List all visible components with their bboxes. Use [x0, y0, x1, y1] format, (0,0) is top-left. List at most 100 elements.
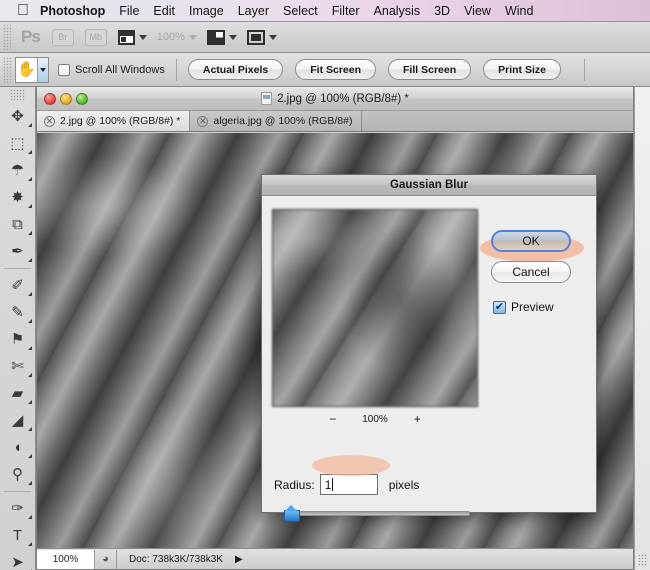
hand-tool-icon: ✋	[17, 61, 36, 78]
gaussian-blur-dialog: Gaussian Blur − 100% + OK Cancel ✔ Previ…	[261, 174, 597, 522]
options-bar-grip[interactable]	[3, 56, 11, 83]
menu-image[interactable]: Image	[182, 0, 231, 22]
history-brush-tool[interactable]: ✄	[0, 353, 35, 380]
application-bar: Ps Br Mb 100%	[0, 22, 650, 53]
zoom-level-control[interactable]: 100%	[157, 31, 197, 43]
radius-input[interactable]: 1	[319, 474, 378, 495]
eyedropper-tool[interactable]: ✒	[0, 238, 35, 265]
slider-thumb[interactable]	[284, 505, 300, 522]
text-cursor-icon	[332, 478, 334, 491]
menu-filter[interactable]: Filter	[325, 0, 367, 22]
radius-slider[interactable]	[280, 505, 474, 522]
document-tab-label: 2.jpg @ 100% (RGB/8#) *	[60, 115, 181, 127]
document-info-icon[interactable]: ◕	[95, 549, 117, 569]
document-tab-label: algeria.jpg @ 100% (RGB/8#)	[213, 115, 353, 127]
document-tab-bar: ✕ 2.jpg @ 100% (RGB/8#) * ✕ algeria.jpg …	[37, 111, 633, 132]
menu-select[interactable]: Select	[276, 0, 325, 22]
marquee-tool[interactable]: ⬚	[0, 130, 35, 157]
divider	[583, 58, 585, 81]
macos-menu-bar:  Photoshop File Edit Image Layer Select…	[0, 0, 650, 22]
radius-value: 1	[324, 477, 332, 492]
menu-edit[interactable]: Edit	[146, 0, 182, 22]
zoom-window-icon[interactable]	[76, 93, 88, 105]
document-file-icon	[261, 92, 273, 105]
window-controls	[44, 93, 88, 105]
preview-zoom-level: 100%	[362, 413, 388, 425]
zoom-in-button[interactable]: +	[414, 412, 421, 426]
menu-file[interactable]: File	[112, 0, 146, 22]
arrange-documents-icon	[206, 29, 225, 45]
launch-bridge-button[interactable]: Br	[51, 28, 74, 46]
right-panel-strip[interactable]	[634, 87, 650, 570]
menu-3d[interactable]: 3D	[427, 0, 457, 22]
document-status-bar: 100% ◕ Doc: 738k3K/738k3K ▶	[37, 548, 633, 569]
active-tool-preset-picker[interactable]: ✋	[15, 56, 49, 83]
view-extras-button[interactable]	[117, 29, 147, 45]
document-title: 2.jpg @ 100% (RGB/8#) *	[277, 92, 409, 105]
photoshop-logo-icon: Ps	[21, 27, 41, 46]
zoom-level-value: 100%	[156, 31, 185, 43]
healing-brush-tool[interactable]: ✐	[0, 272, 35, 299]
close-icon[interactable]: ✕	[197, 115, 209, 127]
menu-layer[interactable]: Layer	[231, 0, 276, 22]
preview-label: Preview	[511, 300, 554, 314]
chevron-down-icon	[268, 34, 277, 40]
radius-label: Radius:	[274, 477, 315, 492]
move-tool[interactable]: ✥	[0, 103, 35, 130]
apple-logo-icon[interactable]: 	[10, 2, 36, 19]
tools-palette-grip[interactable]	[10, 89, 25, 101]
menu-view[interactable]: View	[457, 0, 498, 22]
scroll-all-windows-checkbox[interactable]	[58, 63, 70, 76]
document-size-label: Doc: 738k3K/738k3K	[129, 553, 223, 565]
path-selection-tool[interactable]: ➤	[0, 549, 35, 570]
menu-window[interactable]: Wind	[498, 0, 540, 22]
document-tab-2jpg[interactable]: ✕ 2.jpg @ 100% (RGB/8#) *	[37, 111, 191, 131]
preview-checkbox-row[interactable]: ✔ Preview	[493, 300, 554, 314]
preview-zoom-controls: − 100% +	[272, 412, 478, 426]
menu-photoshop[interactable]: Photoshop	[36, 0, 112, 22]
document-tab-algeria[interactable]: ✕ algeria.jpg @ 100% (RGB/8#)	[190, 111, 363, 131]
launch-mini-bridge-button[interactable]: Mb	[84, 28, 107, 46]
status-menu-arrow-icon[interactable]: ▶	[235, 554, 243, 565]
type-tool[interactable]: T	[0, 522, 35, 549]
blur-tool[interactable]: ◖	[0, 434, 35, 461]
tools-palette: ✥ ⬚ ☂ ✸ ⧉ ✒ ✐ ✎ ⚑ ✄ ▰ ◢ ◖ ⚲ ✑ T ➤ ╲ ◯	[0, 87, 36, 570]
dodge-tool[interactable]: ⚲	[0, 461, 35, 488]
magic-wand-tool[interactable]: ✸	[0, 184, 35, 211]
eraser-tool[interactable]: ▰	[0, 380, 35, 407]
cancel-button[interactable]: Cancel	[491, 261, 571, 283]
panel-grip-icon[interactable]	[638, 554, 648, 566]
tool-preset-dropdown[interactable]	[37, 57, 48, 82]
minimize-icon[interactable]	[60, 93, 72, 105]
document-title-bar[interactable]: 2.jpg @ 100% (RGB/8#) *	[37, 87, 633, 111]
blur-preview-image[interactable]	[272, 209, 478, 407]
fill-screen-button[interactable]: Fill Screen	[388, 59, 472, 80]
pen-tool[interactable]: ✑	[0, 495, 35, 522]
zoom-out-button[interactable]: −	[329, 412, 336, 426]
crop-tool[interactable]: ⧉	[0, 211, 35, 238]
arrange-documents-button[interactable]	[206, 29, 237, 45]
close-icon[interactable]	[44, 93, 56, 105]
clone-stamp-tool[interactable]: ⚑	[0, 326, 35, 353]
paint-bucket-tool[interactable]: ◢	[0, 407, 35, 434]
menu-analysis[interactable]: Analysis	[367, 0, 428, 22]
lasso-tool[interactable]: ☂	[0, 157, 35, 184]
zoom-percentage-input[interactable]: 100%	[37, 549, 95, 569]
photoshop-window:  Photoshop File Edit Image Layer Select…	[0, 0, 650, 570]
print-size-button[interactable]: Print Size	[483, 59, 561, 80]
app-bar-grip[interactable]	[3, 24, 11, 50]
screen-mode-icon	[246, 29, 265, 45]
tool-options-bar: ✋ Scroll All Windows Actual Pixels Fit S…	[0, 53, 650, 87]
slider-track[interactable]	[284, 511, 470, 516]
screen-mode-button[interactable]	[246, 29, 277, 45]
ok-button[interactable]: OK	[491, 230, 571, 252]
fit-screen-button[interactable]: Fit Screen	[295, 59, 377, 80]
view-extras-icon	[117, 29, 135, 45]
brush-tool[interactable]: ✎	[0, 299, 35, 326]
close-icon[interactable]: ✕	[44, 115, 55, 127]
actual-pixels-button[interactable]: Actual Pixels	[187, 59, 284, 80]
divider	[175, 58, 177, 81]
preview-checkbox[interactable]: ✔	[493, 300, 506, 314]
chevron-down-icon	[138, 34, 147, 40]
chevron-down-icon	[228, 34, 237, 40]
